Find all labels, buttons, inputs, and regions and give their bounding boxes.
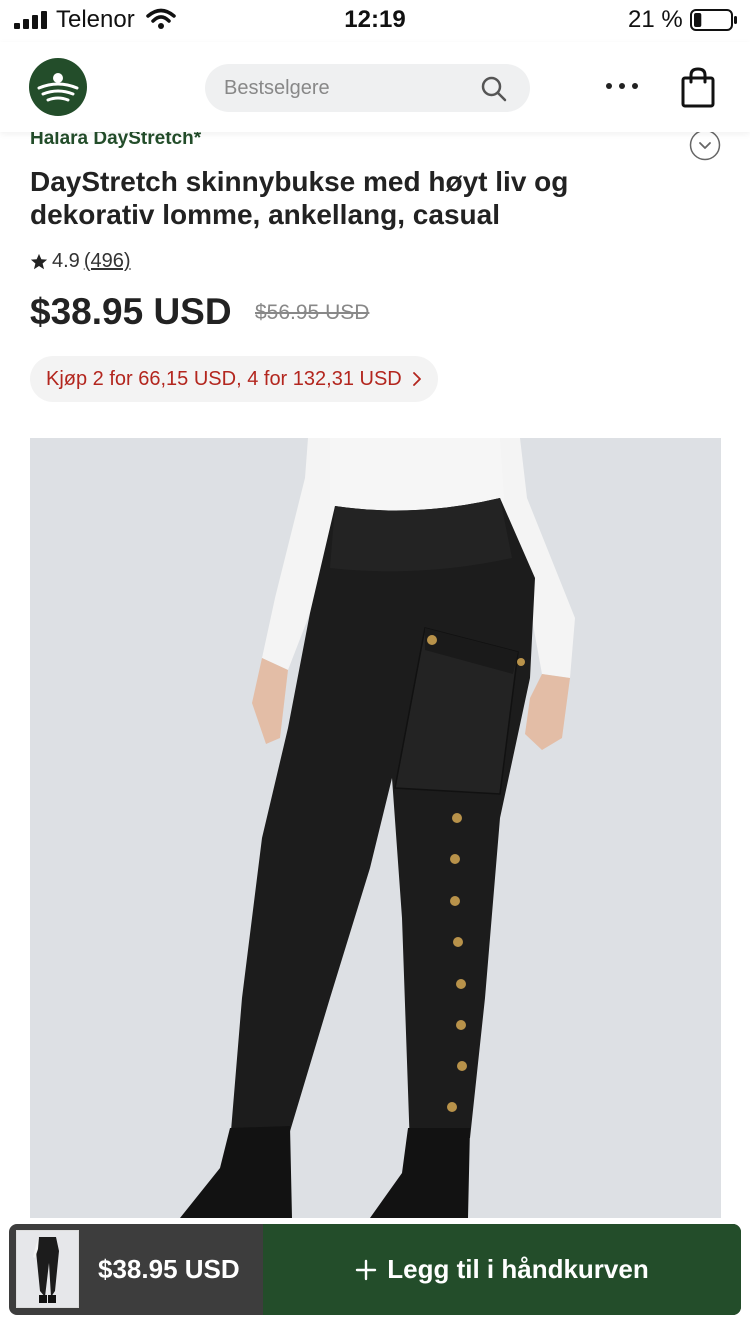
search-icon[interactable]	[480, 75, 508, 103]
halara-logo-icon[interactable]	[29, 58, 87, 116]
product-title: DayStretch skinnybukse med høyt liv og d…	[30, 166, 569, 230]
product-price: $38.95 USD	[30, 291, 232, 332]
star-icon	[30, 253, 48, 269]
review-count-link[interactable]: (496)	[84, 250, 131, 273]
chevron-down-icon[interactable]	[689, 129, 721, 161]
rating-value: 4.9	[52, 250, 80, 272]
add-to-cart-label: Legg til i håndkurven	[387, 1254, 649, 1284]
chevron-right-icon	[412, 372, 421, 386]
status-bar: Telenor 12:19 21 %	[0, 0, 750, 42]
product-image[interactable]	[30, 438, 721, 1218]
battery-percentage: 21 %	[628, 6, 683, 33]
more-icon[interactable]	[604, 80, 640, 92]
search-placeholder: Bestselgere	[224, 77, 330, 99]
bundle-promo-button[interactable]: Kjøp 2 for 66,15 USD, 4 for 132,31 USD	[30, 356, 438, 402]
search-bar[interactable]: Bestselgere	[205, 64, 530, 112]
original-price: $56.95 USD	[255, 301, 370, 324]
sticky-purchase-bar: $38.95 USD Legg til i håndkurven	[9, 1224, 741, 1315]
add-to-cart-button[interactable]: Legg til i håndkurven	[263, 1224, 741, 1315]
leggings-illustration	[30, 438, 721, 1218]
promo-text: Kjøp 2 for 66,15 USD, 4 for 132,31 USD	[46, 368, 402, 390]
product-thumbnail	[16, 1230, 79, 1308]
battery-icon	[690, 9, 737, 31]
product-rating[interactable]: 4.9 (496)	[30, 250, 131, 273]
app-header: Bestselgere	[0, 42, 750, 132]
shopping-bag-icon[interactable]	[680, 66, 716, 108]
bottom-bar-price: $38.95 USD	[98, 1254, 240, 1284]
plus-icon	[356, 1259, 377, 1280]
